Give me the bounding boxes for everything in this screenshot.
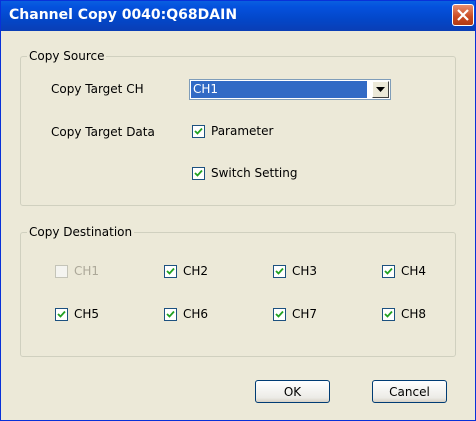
ch6-checkbox[interactable]: CH6 — [164, 307, 208, 321]
checkmark-icon — [275, 310, 284, 318]
checkmark-icon — [194, 127, 203, 135]
ch2-checkbox[interactable]: CH2 — [164, 264, 208, 278]
checkbox-box[interactable] — [273, 307, 286, 321]
checkbox-box[interactable] — [192, 166, 205, 180]
checkmark-icon — [166, 267, 175, 275]
copy-destination-group: Copy Destination — [20, 225, 456, 357]
ch6-label: CH6 — [183, 307, 209, 321]
checkbox-box — [55, 264, 68, 278]
copy-destination-legend: Copy Destination — [29, 225, 133, 239]
close-button[interactable] — [452, 4, 474, 26]
checkmark-icon — [384, 310, 393, 318]
checkmark-icon — [275, 267, 284, 275]
switch-setting-checkbox[interactable]: Switch Setting — [192, 166, 297, 180]
copy-target-data-label: Copy Target Data — [51, 125, 155, 139]
ch3-checkbox[interactable]: CH3 — [273, 264, 317, 278]
parameter-checkbox[interactable]: Parameter — [192, 124, 273, 138]
checkmark-icon — [166, 310, 175, 318]
copy-target-ch-select[interactable]: CH1 — [189, 79, 391, 100]
parameter-label: Parameter — [211, 124, 274, 138]
checkbox-box[interactable] — [382, 264, 395, 278]
checkmark-icon — [384, 267, 393, 275]
ch4-label: CH4 — [401, 264, 427, 278]
checkbox-box[interactable] — [382, 307, 395, 321]
checkbox-box[interactable] — [273, 264, 286, 278]
copy-target-ch-label: Copy Target CH — [51, 82, 144, 96]
checkmark-icon — [57, 310, 66, 318]
copy-source-legend: Copy Source — [29, 49, 105, 63]
ch7-checkbox[interactable]: CH7 — [273, 307, 317, 321]
checkbox-box[interactable] — [192, 124, 205, 138]
switch-setting-label: Switch Setting — [211, 166, 298, 180]
ch1-label: CH1 — [74, 264, 100, 278]
checkbox-box[interactable] — [164, 307, 177, 321]
ok-button[interactable]: OK — [255, 380, 330, 403]
ch1-checkbox: CH1 — [55, 264, 99, 278]
ch5-label: CH5 — [74, 307, 100, 321]
checkmark-icon — [194, 169, 203, 177]
close-icon — [457, 9, 469, 21]
ch3-label: CH3 — [292, 264, 318, 278]
ch2-label: CH2 — [183, 264, 209, 278]
dropdown-button[interactable] — [372, 81, 389, 98]
chevron-down-icon — [376, 87, 385, 92]
ch7-label: CH7 — [292, 307, 318, 321]
title-bar: Channel Copy 0040:Q68DAIN — [1, 1, 475, 31]
ch5-checkbox[interactable]: CH5 — [55, 307, 99, 321]
copy-target-ch-value: CH1 — [191, 81, 367, 98]
checkbox-box[interactable] — [164, 264, 177, 278]
checkbox-box[interactable] — [55, 307, 68, 321]
ch4-checkbox[interactable]: CH4 — [382, 264, 426, 278]
cancel-button[interactable]: Cancel — [372, 380, 447, 403]
dialog-body: Copy Source Copy Target CH CH1 Copy Targ… — [5, 31, 471, 418]
ch8-checkbox[interactable]: CH8 — [382, 307, 426, 321]
channel-copy-dialog: Channel Copy 0040:Q68DAIN Copy Source Co… — [0, 0, 476, 421]
window-title: Channel Copy 0040:Q68DAIN — [9, 7, 238, 23]
ch8-label: CH8 — [401, 307, 427, 321]
